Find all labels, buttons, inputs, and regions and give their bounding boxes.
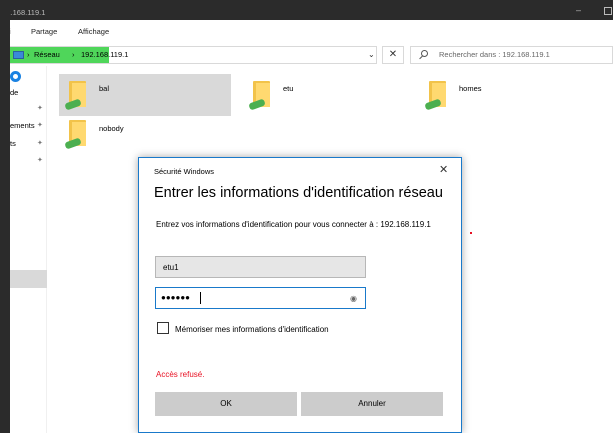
nav-item-label[interactable]: ements — [10, 121, 35, 130]
folder-name: etu — [283, 84, 294, 93]
folder-item-nobody[interactable]: nobody — [59, 116, 231, 158]
nav-item-label[interactable]: ts — [10, 139, 16, 148]
minimize-button[interactable]: – — [576, 5, 581, 15]
dialog-title: Sécurité Windows — [154, 167, 215, 176]
ribbon-tabs: i Partage Affichage — [10, 20, 613, 44]
search-box[interactable]: Rechercher dans : 192.168.119.1 — [410, 46, 613, 64]
title-bar[interactable]: 192.168.119.1 – — [10, 4, 613, 20]
folder-item-etu[interactable]: etu — [243, 74, 413, 116]
window-title: 192.168.119.1 — [10, 8, 46, 17]
breadcrumb-host[interactable]: 192.168.119.1 — [81, 50, 128, 59]
password-mask: ●●●●●● — [161, 293, 190, 302]
tab-file[interactable]: i — [10, 27, 11, 36]
folder-name: homes — [459, 84, 482, 93]
text-caret — [200, 292, 201, 304]
username-value: etu1 — [163, 263, 179, 272]
dialog-message: Entrez vos informations d'identification… — [156, 220, 431, 229]
clear-address-button[interactable]: ✕ — [382, 46, 404, 64]
error-message: Accès refusé. — [156, 370, 205, 379]
remember-checkbox[interactable] — [157, 322, 169, 334]
tab-partage[interactable]: Partage — [31, 27, 57, 36]
onedrive-icon — [10, 71, 21, 82]
network-folder-icon — [64, 120, 86, 150]
dialog-close-button[interactable]: ✕ — [439, 163, 448, 176]
folder-name: bal — [99, 84, 110, 93]
windows-security-dialog: Sécurité Windows ✕ Entrer les informatio… — [138, 157, 462, 433]
nav-selected-item[interactable] — [10, 270, 47, 288]
search-placeholder: Rechercher dans : 192.168.119.1 — [439, 50, 550, 59]
navigation-pane: de ✦ ements ✦ ts ✦ ✦ — [10, 66, 47, 433]
nav-item-label[interactable]: de — [10, 88, 18, 97]
dialog-heading: Entrer les informations d'identification… — [154, 185, 443, 201]
password-field[interactable]: ●●●●●● ◉ — [155, 287, 366, 309]
pin-icon: ✦ — [37, 140, 43, 147]
maximize-button[interactable] — [604, 7, 612, 15]
network-folder-icon — [424, 81, 446, 111]
pin-icon: ✦ — [37, 122, 43, 129]
network-folder-icon — [64, 81, 86, 111]
breadcrumb-reseau[interactable]: Réseau — [34, 50, 60, 59]
address-bar[interactable]: › Réseau › 192.168.119.1 ⌄ — [10, 46, 377, 64]
cancel-button[interactable]: Annuler — [301, 392, 443, 416]
folder-name: nobody — [99, 124, 124, 133]
chevron-down-icon[interactable]: ⌄ — [368, 50, 375, 59]
username-field[interactable]: etu1 — [155, 256, 366, 278]
pin-icon: ✦ — [37, 157, 43, 164]
ok-button[interactable]: OK — [155, 392, 297, 416]
search-icon — [421, 50, 428, 57]
folder-item-homes[interactable]: homes — [419, 74, 589, 116]
reveal-password-icon[interactable]: ◉ — [350, 294, 357, 303]
address-row: › Réseau › 192.168.119.1 ⌄ ✕ Rechercher … — [10, 44, 613, 66]
remember-label[interactable]: Mémoriser mes informations d'identificat… — [175, 324, 335, 335]
breadcrumb-separator: › — [72, 50, 75, 59]
pin-icon: ✦ — [37, 105, 43, 112]
tab-affichage[interactable]: Affichage — [78, 27, 109, 36]
folder-item-bal[interactable]: bal — [59, 74, 231, 116]
breadcrumb-separator: › — [27, 50, 30, 59]
network-computer-icon — [13, 51, 24, 59]
red-dot-marker — [470, 232, 472, 234]
network-folder-icon — [248, 81, 270, 111]
